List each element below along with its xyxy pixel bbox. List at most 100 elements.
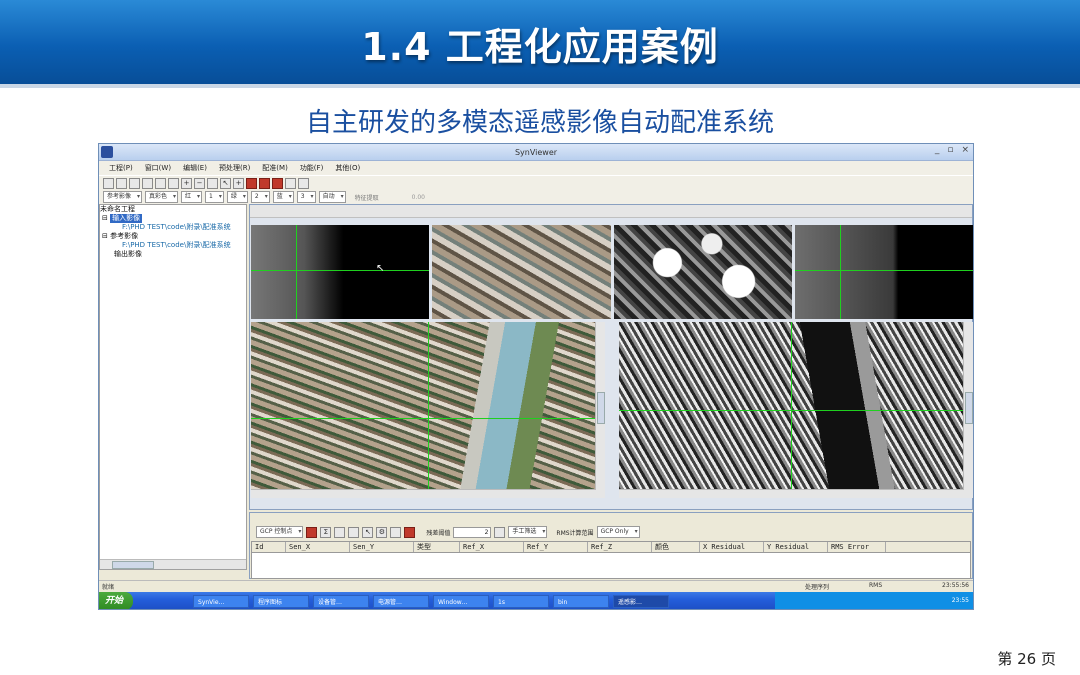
tree-ref-path[interactable]: F:\PHD TEST\code\附录\配准系统 [100,241,246,250]
reference-vertical-scrollbar[interactable] [963,322,973,498]
col-x-residual[interactable]: X Residual [700,542,764,552]
tree-ref-group[interactable]: 参考影像 [110,232,138,240]
menubar: 工程(P) 窗口(W) 编辑(E) 预处理(R) 配准(M) 功能(F) 其他(… [99,161,973,175]
col-y-residual[interactable]: Y Residual [764,542,828,552]
band-g-dropdown[interactable]: 绿 [226,191,248,203]
slide-subtitle: 自主研发的多模态遥感影像自动配准系统 [305,108,774,138]
layout-3-icon[interactable] [272,177,283,189]
start-button[interactable]: 开始 [99,592,134,609]
band-r-value[interactable]: 1 [205,191,224,203]
gcp-export-icon[interactable] [404,526,416,538]
menu-preprocess[interactable]: 预处理(R) [219,163,250,173]
taskbar-item-1s[interactable]: 1s [493,594,550,608]
close-button[interactable]: × [961,145,969,155]
minimize-button[interactable]: _ [935,145,940,155]
gcp-table: Id Sen_X Sen_Y 类型 Ref_X Ref_Y Ref_Z 颜色 X… [251,541,971,579]
maximize-button[interactable]: ▫ [947,145,953,155]
reference-main-image[interactable] [619,322,973,498]
open-folder-icon[interactable] [116,177,127,189]
tree-output-group[interactable]: 输出影像 [100,250,246,259]
save-icon[interactable] [129,177,140,189]
image-select-dropdown[interactable]: 参考影像 [103,191,143,203]
fit-icon[interactable] [155,177,166,189]
status-time: 23:55:56 [942,582,969,589]
gcp-delete-icon[interactable] [348,526,360,538]
status-text: 就绪 [102,584,115,591]
band-g-value[interactable]: 2 [250,191,270,203]
rms-scope-label: RMS计算范围 [556,529,594,537]
menu-window[interactable]: 窗口(W) [145,163,171,173]
gcp-pane: GCP 控制点 Σ ↖ ⚙ 残差阈值 2 手工筛选 RMS计算范围 GCP On… [249,512,973,579]
tray-clock[interactable]: 23:55 [952,597,969,604]
sensed-main-image[interactable] [251,322,605,498]
select-arrow-icon[interactable]: ↖ [220,177,231,189]
mosaic-icon[interactable] [298,177,309,189]
taskbar-item-synviewer[interactable]: SynVie… [193,594,250,608]
gcp-mode-dropdown[interactable]: GCP 控制点 [256,526,304,538]
stretch-dropdown[interactable]: 自动 [318,191,346,203]
col-type[interactable]: 类型 [414,542,460,552]
gcp-settings-icon[interactable]: ⚙ [376,526,388,538]
tree-input-group[interactable]: 输入影像 [110,214,143,223]
band-b-value[interactable]: 3 [296,191,316,203]
gcp-lock-icon[interactable] [390,526,402,538]
tree-input-path[interactable]: F:\PHD TEST\code\附录\配准系统 [100,223,246,232]
taskbar-item-window[interactable]: Window… [433,594,490,608]
band-toolbar: 参考影像 真彩色 红 1 绿 2 蓝 3 自动 特征提取 0.00 [99,190,973,204]
manual-filter-dropdown[interactable]: 手工筛选 [508,526,548,538]
reference-zoom-image[interactable] [613,225,792,319]
taskbar-item-bin[interactable]: bin [553,594,610,608]
page-number: 第 26 页 [997,650,1056,668]
col-id[interactable]: Id [252,542,286,552]
layout-2-icon[interactable] [259,177,270,189]
feature-extract-label[interactable]: 特征提取 [355,193,379,202]
copy-icon[interactable] [285,177,296,189]
color-mode-dropdown[interactable]: 真彩色 [145,191,179,203]
col-sen-x[interactable]: Sen_X [286,542,350,552]
taskbar-item-power[interactable]: 电源管… [373,594,430,608]
layout-1-icon[interactable] [246,177,257,189]
save-all-icon[interactable] [142,177,153,189]
menu-edit[interactable]: 编辑(E) [183,163,207,173]
sensed-overview-image[interactable]: ↖ [251,225,430,319]
col-ref-y[interactable]: Ref_Y [524,542,588,552]
menu-registration[interactable]: 配准(M) [262,163,288,173]
menu-other[interactable]: 其他(O) [335,163,360,173]
sum-icon[interactable]: Σ [320,526,332,538]
full-extent-icon[interactable] [168,177,179,189]
taskbar-item-program-icons[interactable]: 程序图标 [253,594,310,608]
sensed-vertical-scrollbar[interactable] [595,322,605,498]
reference-horizontal-scrollbar[interactable] [619,489,964,498]
col-rms-error[interactable]: RMS Error [828,542,886,552]
band-b-dropdown[interactable]: 蓝 [272,191,294,203]
reference-overview-image[interactable] [794,225,973,319]
threshold-input[interactable]: 2 [453,526,492,538]
threshold-label: 残差阈值 [426,529,451,537]
gcp-auto-icon[interactable] [306,526,318,538]
col-color[interactable]: 颜色 [652,542,700,552]
zoom-out-icon[interactable]: − [194,177,205,189]
taskbar-item-device-manager[interactable]: 设备管… [313,594,370,608]
sensed-zoom-image[interactable] [432,225,611,319]
menu-project[interactable]: 工程(P) [109,163,133,173]
pane-header [250,205,972,218]
zoom-in-icon[interactable]: + [181,177,192,189]
col-ref-x[interactable]: Ref_X [460,542,524,552]
mouse-cursor-icon: ↖ [376,263,385,274]
rms-scope-dropdown[interactable]: GCP Only [596,526,640,538]
sensed-horizontal-scrollbar[interactable] [251,489,596,498]
new-file-icon[interactable] [103,177,114,189]
col-sen-y[interactable]: Sen_Y [350,542,414,552]
tree-scrollbar[interactable] [100,559,246,569]
menu-function[interactable]: 功能(F) [300,163,324,173]
crosshair-icon[interactable]: + [233,177,244,189]
window-titlebar[interactable]: SynViewer _ ▫ × [99,144,973,161]
col-ref-z[interactable]: Ref_Z [588,542,652,552]
gcp-edit-icon[interactable] [334,526,346,538]
manual-filter-icon[interactable] [494,526,506,538]
band-r-dropdown[interactable]: 红 [181,191,203,203]
taskbar-item-remote-sensing[interactable]: 遥感影… [613,594,670,608]
tree-root[interactable]: 未命名工程 [100,205,246,214]
gcp-select-icon[interactable]: ↖ [362,526,374,538]
pan-hand-icon[interactable] [207,177,218,189]
